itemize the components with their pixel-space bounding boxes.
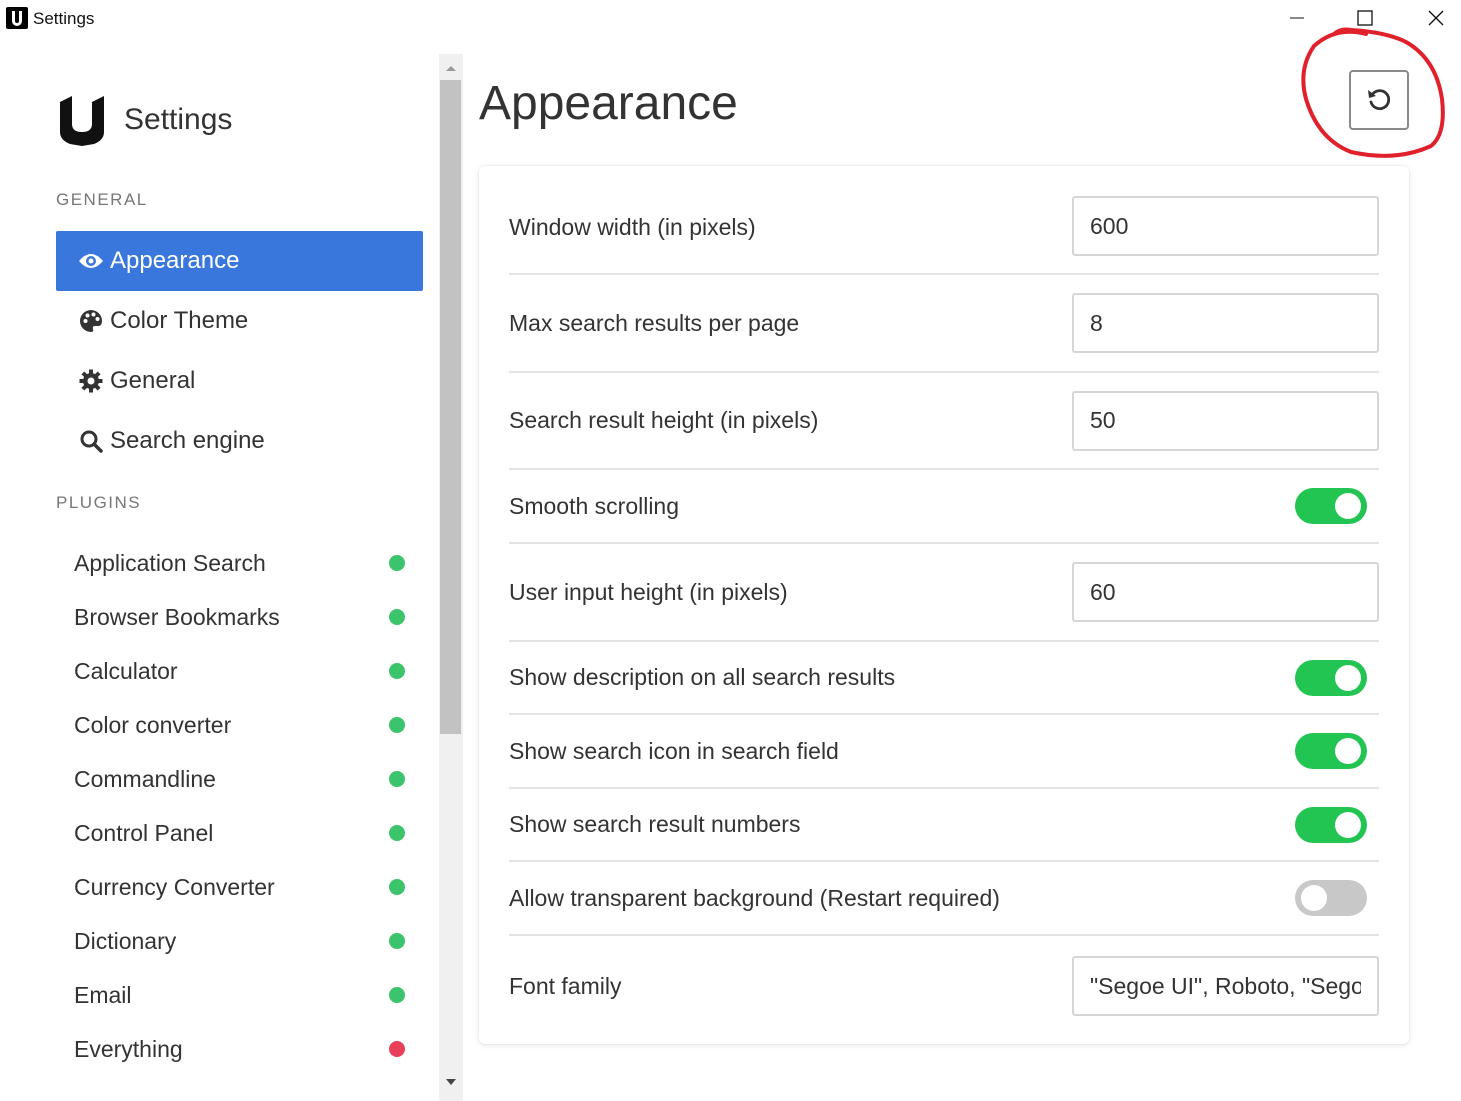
show-search-icon-toggle[interactable] [1295, 733, 1367, 769]
plugin-label: Dictionary [74, 927, 177, 954]
plugin-item-color-converter[interactable]: Color converter [74, 705, 414, 745]
plugin-item-commandline[interactable]: Commandline [74, 759, 414, 799]
settings-card: Window width (in pixels) Max search resu… [479, 166, 1409, 1044]
plugin-item-control-panel[interactable]: Control Panel [74, 813, 414, 853]
close-button[interactable] [1401, 0, 1461, 36]
nav-item-general[interactable]: General [56, 351, 423, 411]
nav-item-label: General [110, 367, 196, 394]
plugin-item-dictionary[interactable]: Dictionary [74, 921, 414, 961]
search-icon [78, 428, 104, 454]
result-height-input[interactable] [1072, 390, 1379, 451]
setting-row-result-numbers: Show search result numbers [509, 789, 1379, 862]
setting-label: Show description on all search results [509, 664, 896, 690]
chevron-up-icon [446, 66, 456, 71]
plugin-label: Currency Converter [74, 873, 275, 900]
nav-item-label: Search engine [110, 427, 265, 454]
status-enabled-dot [389, 879, 405, 895]
plugin-item-calculator[interactable]: Calculator [74, 651, 414, 691]
brand-logo-icon [60, 96, 104, 146]
setting-row-max-results: Max search results per page [509, 275, 1379, 373]
setting-label: Smooth scrolling [509, 492, 680, 519]
setting-label: Show search result numbers [509, 811, 801, 837]
status-enabled-dot [389, 987, 405, 1003]
smooth-scrolling-toggle[interactable] [1295, 488, 1367, 524]
plugin-label: Commandline [74, 765, 216, 792]
brand-title: Settings [124, 103, 233, 136]
setting-row-smooth-scrolling: Smooth scrolling [509, 470, 1379, 544]
plugin-label: Browser Bookmarks [74, 603, 280, 630]
plugin-label: Control Panel [74, 819, 214, 846]
maximize-icon [1357, 10, 1373, 26]
status-enabled-dot [389, 663, 405, 679]
plugin-item-browser-bookmarks[interactable]: Browser Bookmarks [74, 597, 414, 637]
sidebar-brand: Settings [58, 94, 232, 146]
page-title: Appearance [479, 77, 738, 130]
plugin-label: Calculator [74, 657, 178, 684]
plugins-section-label: PLUGINS [56, 493, 142, 512]
general-section-label: GENERAL [56, 190, 148, 209]
setting-label: Font family [509, 972, 622, 999]
chevron-down-icon [446, 1079, 456, 1085]
minimize-icon [1290, 17, 1304, 19]
eye-icon [78, 248, 104, 274]
palette-icon [78, 308, 104, 334]
status-disabled-dot [389, 1041, 405, 1057]
title-bar: Settings [0, 0, 1461, 38]
setting-label: Allow transparent background (Restart re… [509, 884, 1000, 911]
scrollbar-thumb[interactable] [440, 80, 461, 734]
setting-row-window-width: Window width (in pixels) [509, 196, 1379, 275]
plugin-label: Email [74, 981, 132, 1008]
scroll-up-button[interactable] [439, 56, 463, 80]
setting-row-result-height: Search result height (in pixels) [509, 373, 1379, 470]
nav-item-appearance[interactable]: Appearance [56, 231, 423, 291]
plugin-label: Everything [74, 1035, 183, 1062]
reset-icon [1368, 89, 1391, 111]
setting-label: User input height (in pixels) [509, 578, 788, 605]
setting-label: Show search icon in search field [509, 737, 839, 764]
nav-item-search-engine[interactable]: Search engine [56, 411, 423, 471]
setting-row-input-height: User input height (in pixels) [509, 544, 1379, 642]
setting-row-transparent-bg: Allow transparent background (Restart re… [509, 862, 1379, 936]
transparent-background-toggle[interactable] [1295, 880, 1367, 916]
status-enabled-dot [389, 771, 405, 787]
scroll-down-button[interactable] [439, 1070, 463, 1094]
window-width-input[interactable] [1072, 196, 1379, 256]
show-description-toggle[interactable] [1295, 659, 1367, 696]
plugin-item-partial[interactable]: ‾‾ ‾ ‾ [74, 1083, 414, 1101]
status-enabled-dot [389, 717, 405, 733]
nav-item-label: Appearance [110, 247, 240, 274]
maximize-button[interactable] [1330, 0, 1400, 36]
status-enabled-dot [389, 609, 405, 625]
setting-row-show-description: Show description on all search results [509, 642, 1379, 715]
nav-item-label: Color Theme [110, 307, 249, 334]
sidebar: Settings GENERAL Appearance Color Theme … [0, 38, 438, 1101]
nav-item-color-theme[interactable]: Color Theme [56, 291, 423, 351]
plugin-item-application-search[interactable]: Application Search [74, 543, 414, 583]
show-result-numbers-toggle[interactable] [1295, 806, 1367, 843]
status-enabled-dot [389, 825, 405, 841]
gear-icon [78, 368, 104, 394]
status-enabled-dot [389, 555, 405, 571]
input-height-input[interactable] [1072, 562, 1379, 622]
setting-label: Window width (in pixels) [509, 214, 756, 240]
setting-label: Search result height (in pixels) [509, 407, 819, 433]
plugin-item-email[interactable]: Email [74, 975, 414, 1015]
max-results-input[interactable] [1072, 293, 1379, 353]
plugin-item-everything[interactable]: Everything [74, 1029, 414, 1069]
status-enabled-dot [389, 933, 405, 949]
setting-row-font-family: Font family [509, 936, 1379, 1036]
plugin-label: Application Search [74, 549, 266, 576]
plugin-label: Color converter [74, 711, 232, 738]
close-icon [1428, 10, 1444, 26]
setting-label: Max search results per page [509, 309, 800, 336]
font-family-input[interactable] [1072, 956, 1379, 1016]
reset-button[interactable] [1349, 70, 1409, 130]
window-title: Settings [33, 9, 95, 28]
minimize-button[interactable] [1262, 0, 1332, 36]
setting-row-search-icon: Show search icon in search field [509, 715, 1379, 789]
plugin-item-currency-converter[interactable]: Currency Converter [74, 867, 414, 907]
app-logo-icon [6, 7, 28, 29]
